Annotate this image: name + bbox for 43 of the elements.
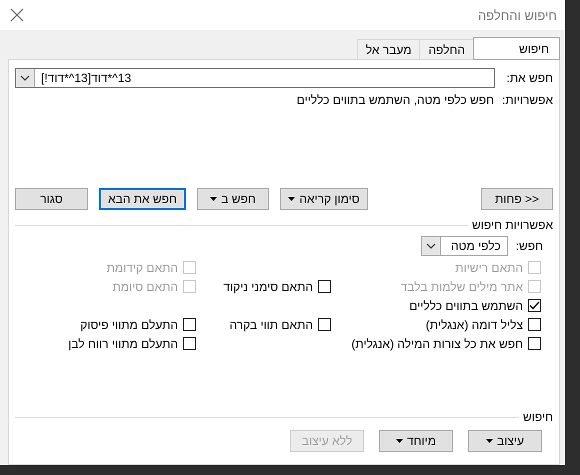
checkbox[interactable] <box>528 318 541 331</box>
dialog-button[interactable]: חפש ב <box>197 188 269 210</box>
chevron-down-icon <box>426 243 436 249</box>
checkbox-label: צליל דומה (אנגלית) <box>426 318 523 332</box>
checkbox-label: השתמש בתווים כלליים <box>409 298 523 312</box>
search-direction-label: חפש: <box>516 239 543 253</box>
caret-icon <box>486 439 494 443</box>
chevron-down-icon <box>20 75 30 81</box>
caret-icon <box>396 439 403 443</box>
search-direction-dropdown[interactable]: כלפי מטה <box>420 236 508 256</box>
less-button[interactable]: << פחות <box>481 188 553 210</box>
checkbox[interactable] <box>528 299 541 312</box>
checkbox-label: חפש את כל צורות המילה (אנגלית) <box>351 336 523 350</box>
dialog-button[interactable]: חפש את הבא <box>99 188 186 210</box>
find-what-label: חפש את: <box>506 71 553 85</box>
checkbox-label: התאם סימני ניקוד <box>223 280 313 294</box>
checkbox-label: התאם רישיות <box>455 260 523 274</box>
caret-icon <box>288 197 296 201</box>
dialog-button[interactable]: עיצוב <box>468 430 542 452</box>
dialog-button[interactable]: סימון קריאה <box>280 188 368 210</box>
checkbox[interactable] <box>183 337 196 350</box>
checkbox[interactable] <box>318 280 331 293</box>
checkbox-label: אתר מילים שלמות בלבד <box>400 280 523 294</box>
checkbox-label: התאם תווי בקרה <box>229 318 313 332</box>
options-label: אפשרויות: <box>502 93 553 107</box>
checkbox-label: התעלם מתווי רווח לבן <box>68 336 178 350</box>
tab[interactable]: מעבר אל <box>356 39 420 59</box>
tab[interactable]: חיפוש <box>473 37 560 60</box>
checkbox[interactable] <box>183 318 196 331</box>
find-what-field[interactable]: [!דוד*^13]דוד*^13 <box>15 68 495 88</box>
window-title: חיפוש והחלפה <box>478 8 557 22</box>
checkbox-label: התאם קידומת <box>106 260 178 274</box>
dialog-button[interactable]: מיוחד <box>379 430 453 452</box>
dialog-button[interactable]: סגור <box>15 188 88 210</box>
checkbox-label: התאם סיומת <box>112 280 178 294</box>
close-icon[interactable] <box>10 8 24 22</box>
checkbox-label: התעלם מתווי פיסוק <box>80 318 178 332</box>
caret-icon <box>210 197 218 201</box>
checkbox[interactable] <box>318 318 331 331</box>
checkbox[interactable] <box>528 337 541 350</box>
group-title: חיפוש <box>523 410 553 424</box>
group-title: אפשרויות חיפוש <box>472 218 553 232</box>
options-summary: חפש כלפי מטה, השתמש בתווים כלליים <box>296 93 494 107</box>
